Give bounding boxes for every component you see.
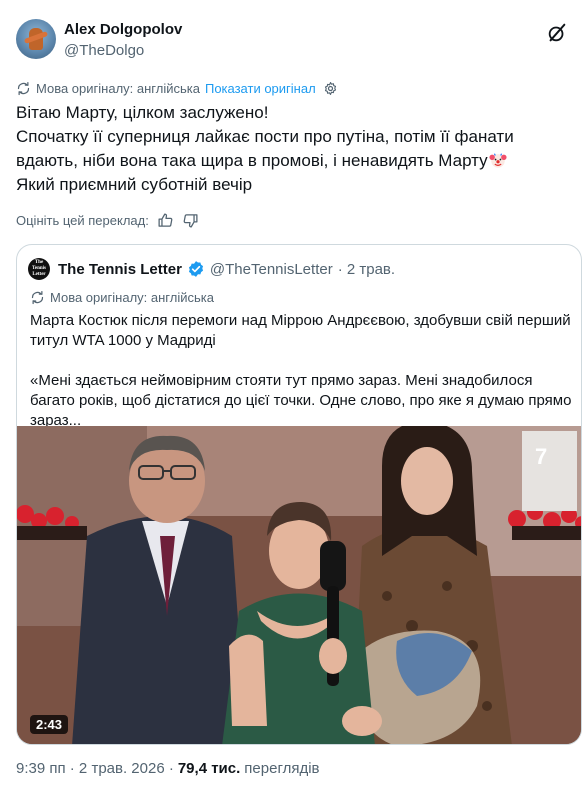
quoted-original-language-label: Мова оригіналу: англійська	[50, 290, 214, 305]
avatar[interactable]	[16, 19, 56, 59]
svg-text:7: 7	[535, 444, 547, 469]
tweet-text: Вітаю Марту, цілком заслужено! Спочатку …	[16, 101, 572, 197]
quoted-translation-notice: Мова оригіналу: англійська	[30, 290, 214, 305]
verified-badge-icon	[188, 261, 203, 277]
quoted-text-paragraph-1: Марта Костюк після перемоги над Міррою А…	[30, 312, 571, 349]
clown-face-icon	[489, 153, 507, 168]
tweet-timestamp[interactable]: 9:39 пп · 2 трав. 2026 ·	[16, 760, 174, 777]
video-thumbnail: 7	[17, 426, 581, 744]
tweet-line-2-text: Спочатку її суперниця лайкає пости про п…	[16, 127, 514, 170]
video-duration-badge: 2:43	[30, 715, 69, 734]
translation-notice: Мова оригіналу: англійська Показати ориг…	[16, 78, 338, 98]
video-player[interactable]: 7 2:43	[17, 426, 581, 744]
tweet-line-1: Вітаю Марту, цілком заслужено!	[16, 103, 269, 122]
thumbs-down-icon[interactable]	[182, 212, 199, 229]
quoted-tweet-header: The Tennis Letter The Tennis Letter @The…	[28, 258, 395, 280]
grok-icon[interactable]	[546, 22, 568, 44]
show-original-link[interactable]: Показати оригінал	[205, 81, 316, 96]
author-name[interactable]: Alex Dolgopolov	[64, 21, 182, 38]
views-label: переглядів	[244, 760, 320, 777]
quoted-tweet[interactable]: The Tennis Letter The Tennis Letter @The…	[16, 244, 582, 745]
views-count: 79,4 тис.	[177, 760, 241, 777]
author-handle[interactable]: @TheDolgo	[64, 42, 144, 59]
quoted-author-name[interactable]: The Tennis Letter	[58, 261, 182, 278]
translate-icon	[31, 290, 44, 305]
quoted-avatar[interactable]: The Tennis Letter	[28, 258, 50, 280]
quoted-tweet-time[interactable]: · 2 трав.	[338, 261, 395, 278]
quoted-text-paragraph-2: «Мені здається неймовірним стояти тут пр…	[30, 372, 572, 429]
original-language-label: Мова оригіналу: англійська	[36, 80, 200, 96]
tweet-line-3: Який приємний суботній вечір	[16, 175, 253, 194]
tweet-meta: 9:39 пп · 2 трав. 2026 · 79,4 тис. перег…	[16, 760, 320, 777]
quoted-author-handle[interactable]: @TheTennisLetter	[210, 261, 333, 278]
author-row: Alex Dolgopolov @TheDolgo	[16, 16, 572, 66]
rate-translation-row: Оцініть цей переклад:	[16, 210, 199, 230]
tweet-line-2: Спочатку її суперниця лайкає пости про п…	[16, 125, 572, 173]
thumbs-up-icon[interactable]	[157, 212, 174, 229]
gear-icon[interactable]	[323, 81, 338, 96]
rate-translation-label: Оцініть цей переклад:	[16, 212, 149, 228]
translate-icon	[17, 81, 30, 95]
